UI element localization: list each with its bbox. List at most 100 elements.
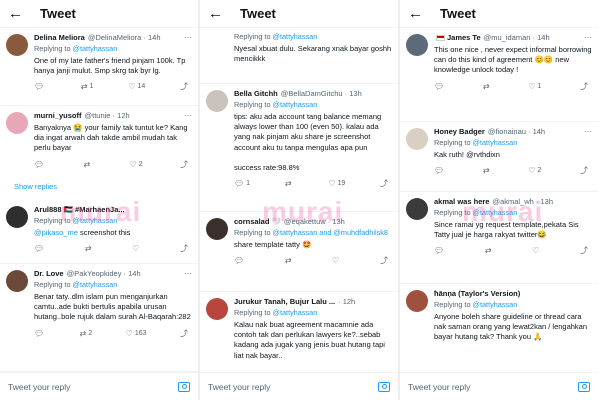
reply-tweet[interactable]: Arul888 🇵🇸 #MarhaenJa... Replying to @ta… [0,200,198,264]
reply-tweet[interactable]: Bella Gitchh @BellaDamGitchu · 13h Replyi… [200,84,398,212]
like-button[interactable]: ♡ [532,245,539,256]
reply-tweet[interactable]: Replying to @tattyhassan Nyesal xbuat du… [200,28,398,84]
replying-to-link[interactable]: @tattyhassan and @muhdfadhilsk8 [273,228,388,237]
share-button[interactable]: ⤴ [180,243,188,254]
retweet-button[interactable]: ⇄ [85,243,92,254]
camera-icon[interactable] [178,381,190,392]
like-button[interactable]: ♡ 14 [128,81,145,92]
reply-tweet[interactable]: ··· Dr. Love @PakYeopkidey · 14h Replying… [0,264,198,372]
reply-tweet[interactable]: cornsalad 🤍 @eqakettuw · 13h Replying to … [200,212,398,292]
user-handle[interactable]: @akmal_wh · 13h [492,197,553,206]
avatar[interactable] [406,34,428,56]
avatar[interactable] [406,290,428,312]
share-button[interactable]: ⤴ [380,178,388,189]
replying-to-link[interactable]: @tattyhassan [273,308,318,317]
replying-to-link[interactable]: @tattyhassan [473,138,518,147]
user-name[interactable]: Bella Gitchh [234,89,278,98]
reply-button[interactable]: 💬︎ [34,81,46,92]
like-button[interactable]: ♡ 163 [126,328,147,339]
reply-button[interactable]: 💬︎ 1 [234,178,250,189]
replying-to-link[interactable]: @tattyhassan [73,280,118,289]
reply-tweet[interactable]: ··· James Te @mu_idaman · 14h This one ni… [400,28,598,122]
replying-to-link[interactable]: @tattyhassan [73,44,118,53]
share-button[interactable]: ⤴ [580,245,588,256]
reply-button[interactable]: 💬︎ [434,165,444,176]
retweet-button[interactable]: ⇄ [485,245,492,256]
user-handle[interactable]: @fionainau · 14h [488,127,545,136]
back-arrow-icon[interactable]: ← [8,5,26,22]
retweet-button[interactable]: ⇄ [285,255,292,266]
like-button[interactable]: ♡ 2 [528,165,541,176]
avatar[interactable] [6,34,28,56]
like-button[interactable]: ♡ 2 [130,159,143,170]
reply-button[interactable]: 💬︎ [34,243,44,254]
share-button[interactable]: ⤴ [380,255,388,266]
reply-tweet[interactable]: ··· murni_yusoff @ttunie · 12h Banyaknya … [0,106,198,192]
avatar[interactable] [6,112,28,134]
reply-tweet[interactable]: ··· Honey Badger @fionainau · 14h Replyin… [400,122,598,192]
reply-tweet[interactable]: akmal was here @akmal_wh · 13h Replying t… [400,192,598,284]
user-name[interactable]: Dr. Love [34,269,64,278]
camera-icon[interactable] [578,381,590,392]
replying-to-link[interactable]: @tattyhassan [273,32,318,41]
reply-composer[interactable]: Tweet your reply [0,372,198,400]
reply-button[interactable]: 💬︎ [34,328,46,339]
like-button[interactable]: ♡ 1 [528,81,541,92]
avatar[interactable] [6,206,28,228]
reply-tweet[interactable]: ··· Delina Meliora @DelinaMeliora · 14h R… [0,28,198,106]
retweet-button[interactable]: ⇄ [483,165,490,176]
show-replies-link[interactable]: Show replies [14,182,57,191]
reply-composer[interactable]: Tweet your reply [400,372,598,400]
user-name[interactable]: cornsalad 🤍 [234,217,281,226]
user-handle[interactable]: @PakYeopkidey · 14h [67,269,141,278]
retweet-button[interactable]: ⇄ 1 [81,81,94,92]
share-button[interactable]: ⤴ [180,81,188,92]
mention-link[interactable]: @pikaso_me [34,228,78,237]
replying-to-link[interactable]: @tattyhassan [473,300,518,309]
user-name[interactable]: akmal was here [434,197,489,206]
retweet-button[interactable]: ⇄ 2 [80,328,93,339]
user-handle[interactable]: @mu_idaman · 14h [484,33,550,42]
back-arrow-icon[interactable]: ← [408,5,426,22]
user-handle[interactable]: @BellaDamGitchu · 13h [281,89,362,98]
retweet-button[interactable]: ⇄ [483,81,490,92]
avatar[interactable] [206,218,228,240]
like-button[interactable]: ♡ 19 [328,178,345,189]
reply-input[interactable]: Tweet your reply [408,382,470,392]
like-button[interactable]: ♡ [332,255,339,266]
like-button[interactable]: ♡ [132,243,139,254]
replying-to-link[interactable]: @tattyhassan [273,100,318,109]
avatar[interactable] [406,198,428,220]
avatar[interactable] [406,128,428,150]
replying-to-link[interactable]: @tattyhassan [73,216,118,225]
reply-composer[interactable]: Tweet your reply [200,372,398,400]
back-arrow-icon[interactable]: ← [208,5,226,22]
reply-button[interactable]: 💬︎ [34,159,46,170]
user-name[interactable]: Honey Badger [434,127,485,136]
user-name[interactable]: Jurukur Tanah, Bujur Lalu ... [234,297,335,306]
share-button[interactable]: ⤴ [580,81,588,92]
user-handle[interactable]: @eqakettuw · 13h [284,217,345,226]
user-handle[interactable]: @ttunie · 12h [85,111,130,120]
reply-input[interactable]: Tweet your reply [8,382,70,392]
reply-button[interactable]: 💬︎ [434,245,444,256]
user-name[interactable]: murni_yusoff [34,111,82,120]
camera-icon[interactable] [378,381,390,392]
reply-tweet[interactable]: Jurukur Tanah, Bujur Lalu ... · 12h Reply… [200,292,398,372]
share-button[interactable]: ⤴ [180,159,188,170]
reply-button[interactable]: 💬︎ [434,81,444,92]
share-button[interactable]: ⤴ [180,328,188,339]
retweet-button[interactable]: ⇄ [285,178,294,189]
user-name[interactable]: Delina Meliora [34,33,85,42]
user-name[interactable]: James Te [447,33,481,42]
avatar[interactable] [206,298,228,320]
reply-tweet[interactable]: ħānņa (Taylor's Version) Replying to @ta… [400,284,598,372]
share-button[interactable]: ⤴ [580,165,588,176]
retweet-button[interactable]: ⇄ [84,159,93,170]
user-name[interactable]: Arul888 🇵🇸 #MarhaenJa... [34,205,125,214]
avatar[interactable] [6,270,28,292]
replying-to-link[interactable]: @tattyhassan [473,208,518,217]
user-name[interactable]: ħānņa (Taylor's Version) [434,289,520,298]
reply-button[interactable]: 💬︎ [234,255,244,266]
reply-input[interactable]: Tweet your reply [208,382,270,392]
